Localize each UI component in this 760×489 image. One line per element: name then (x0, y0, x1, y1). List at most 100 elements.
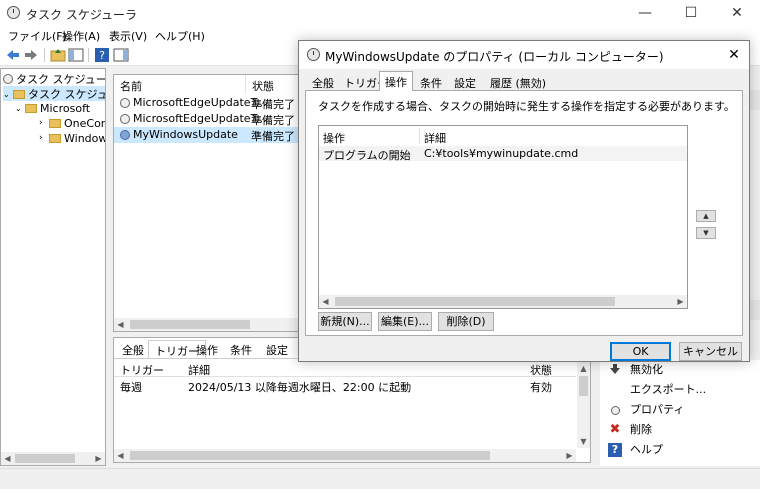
tree-item-microsoft[interactable]: ⌄ Microsoft (15, 101, 90, 116)
action-label: 削除 (630, 423, 652, 436)
show-hide-console-tree-icon[interactable] (68, 47, 84, 63)
dialog-tab-actions[interactable]: 操作 (379, 71, 413, 91)
action-help[interactable]: ? ヘルプ (608, 441, 663, 461)
detail-tab-general[interactable]: 全般 (116, 340, 150, 358)
maximize-button[interactable]: ☐ (668, 0, 714, 26)
trigger-detail[interactable]: 2024/05/13 以降毎週水曜日、22:00 に起動 (188, 379, 411, 395)
blank-icon (608, 383, 622, 397)
scroll-right-arrow-icon[interactable]: ▶ (92, 452, 105, 465)
action-label: ヘルプ (630, 443, 663, 456)
scroll-left-arrow-icon[interactable]: ◀ (319, 295, 332, 308)
task-status: 準備完了 (251, 114, 295, 127)
minimize-button[interactable]: — (622, 0, 668, 26)
scroll-left-arrow-icon[interactable]: ◀ (114, 449, 127, 462)
scroll-left-arrow-icon[interactable]: ◀ (114, 318, 127, 331)
tree-item-label: Microsoft (40, 101, 91, 115)
tree-item-root[interactable]: タスク スケジューラ (ロ (3, 71, 106, 86)
svg-text:?: ? (99, 49, 105, 62)
up-folder-icon[interactable] (50, 47, 66, 63)
delete-action-button[interactable]: 削除(D) (438, 312, 494, 331)
dialog-tab-history[interactable]: 履歴 (無効) (485, 73, 551, 90)
chevron-right-icon[interactable]: › (39, 133, 49, 143)
table-row[interactable]: MyWindowsUpdate (120, 128, 238, 144)
detail-tab-conditions[interactable]: 条件 (224, 340, 258, 358)
dialog-title: MyWindowsUpdate のプロパティ (ローカル コンピューター) (325, 50, 664, 64)
column-header-status[interactable]: 状態 (246, 75, 302, 93)
scroll-left-arrow-icon[interactable]: ◀ (1, 452, 14, 465)
clock-folder-icon (13, 89, 25, 99)
show-hide-action-pane-icon[interactable] (113, 47, 129, 63)
tree-item-windows[interactable]: › Windows (39, 131, 105, 146)
detail-horizontal-scrollbar[interactable]: ◀ ▶ (114, 449, 576, 462)
detail-tab-actions[interactable]: 操作 (190, 340, 224, 358)
column-header-action[interactable]: 操作 (323, 130, 345, 146)
scroll-thumb[interactable] (579, 376, 588, 396)
scroll-thumb[interactable] (130, 451, 490, 460)
scroll-up-arrow-icon[interactable]: ▲ (577, 362, 590, 375)
action-label: 無効化 (630, 363, 663, 376)
scroll-thumb[interactable] (335, 297, 615, 306)
forward-arrow-icon[interactable] (23, 47, 39, 63)
chevron-right-icon[interactable]: › (39, 118, 49, 128)
list-item-detail[interactable]: C:¥tools¥mywinupdate.cmd (424, 147, 578, 160)
dialog-tab-conditions[interactable]: 条件 (415, 73, 447, 90)
dialog-tab-general[interactable]: 全般 (307, 73, 339, 90)
action-properties[interactable]: プロパティ (608, 401, 684, 421)
table-row[interactable]: MicrosoftEdgeUpdateT... (120, 112, 266, 128)
scroll-thumb[interactable] (130, 320, 250, 329)
task-clock-icon (307, 48, 320, 61)
scroll-down-arrow-icon[interactable]: ▼ (577, 435, 590, 448)
scroll-right-arrow-icon[interactable]: ▶ (674, 295, 687, 308)
chevron-down-icon[interactable]: ⌄ (15, 104, 25, 113)
folder-icon (49, 133, 61, 143)
list-item-action[interactable]: プログラムの開始 (323, 147, 411, 163)
tree-horizontal-scrollbar[interactable]: ◀ ▶ (1, 452, 105, 465)
tree-item-library[interactable]: ⌄ タスク スケジューラ ラ (3, 86, 105, 101)
delete-x-icon: ✖ (609, 422, 621, 437)
tree-item-label: Windows (64, 131, 105, 145)
clock-icon (610, 405, 620, 415)
menu-action[interactable]: 操作(A) (62, 28, 100, 44)
help-icon: ? (608, 443, 622, 457)
chevron-down-icon[interactable]: ⌄ (3, 90, 13, 99)
close-button[interactable]: ✕ (714, 0, 760, 26)
column-header-name[interactable]: 名前 (114, 75, 246, 93)
trigger-type[interactable]: 毎週 (120, 379, 142, 395)
new-action-button[interactable]: 新規(N)... (318, 312, 372, 331)
table-row[interactable]: MicrosoftEdgeUpdateT... (120, 96, 266, 112)
properties-dialog: MyWindowsUpdate のプロパティ (ローカル コンピューター) ✕ … (298, 40, 750, 362)
action-export[interactable]: エクスポート... (608, 381, 706, 401)
detail-vertical-scrollbar[interactable]: ▲ ▼ (577, 362, 590, 448)
detail-tab-settings[interactable]: 設定 (260, 340, 294, 358)
actions-list: 操作 詳細 プログラムの開始 C:¥tools¥mywinupdate.cmd … (318, 125, 688, 309)
ok-button[interactable]: OK (610, 342, 671, 361)
back-arrow-icon[interactable] (5, 47, 21, 63)
task-name: MicrosoftEdgeUpdateT... (133, 112, 267, 125)
action-disable[interactable]: 無効化 (608, 361, 663, 381)
tree-item-onecore[interactable]: › OneCore (39, 116, 106, 131)
menu-file[interactable]: ファイル(F) (8, 28, 67, 44)
scroll-right-arrow-icon[interactable]: ▶ (563, 449, 576, 462)
dialog-tab-settings[interactable]: 設定 (449, 73, 481, 90)
dialog-close-button[interactable]: ✕ (719, 41, 749, 69)
tree-item-label: OneCore (64, 116, 106, 130)
dialog-titlebar: MyWindowsUpdate のプロパティ (ローカル コンピューター) ✕ (299, 41, 749, 69)
cancel-button[interactable]: キャンセル (679, 342, 742, 361)
edit-action-button[interactable]: 編集(E)... (378, 312, 432, 331)
dialog-tab-content: タスクを作成する場合、タスクの開始時に発生する操作を指定する必要があります。 操… (305, 90, 743, 336)
menu-view[interactable]: 表示(V) (109, 28, 147, 44)
task-scheduler-icon (7, 6, 20, 19)
action-delete[interactable]: ✖ 削除 (608, 421, 652, 441)
move-down-button[interactable]: ▼ (696, 227, 716, 239)
disable-arrow-icon (608, 363, 622, 377)
tree-item-label: タスク スケジューラ (ロ (16, 73, 106, 86)
column-header-detail[interactable]: 詳細 (424, 130, 446, 146)
help-icon[interactable]: ? (94, 47, 110, 63)
folder-icon (49, 118, 61, 128)
trigger-status[interactable]: 有効 (530, 379, 552, 395)
task-list-horizontal-scrollbar[interactable]: ◀ (114, 318, 302, 331)
actions-list-horizontal-scrollbar[interactable]: ◀ ▶ (319, 295, 687, 308)
scroll-thumb[interactable] (15, 454, 75, 463)
move-up-button[interactable]: ▲ (696, 210, 716, 222)
menu-help[interactable]: ヘルプ(H) (155, 28, 205, 44)
